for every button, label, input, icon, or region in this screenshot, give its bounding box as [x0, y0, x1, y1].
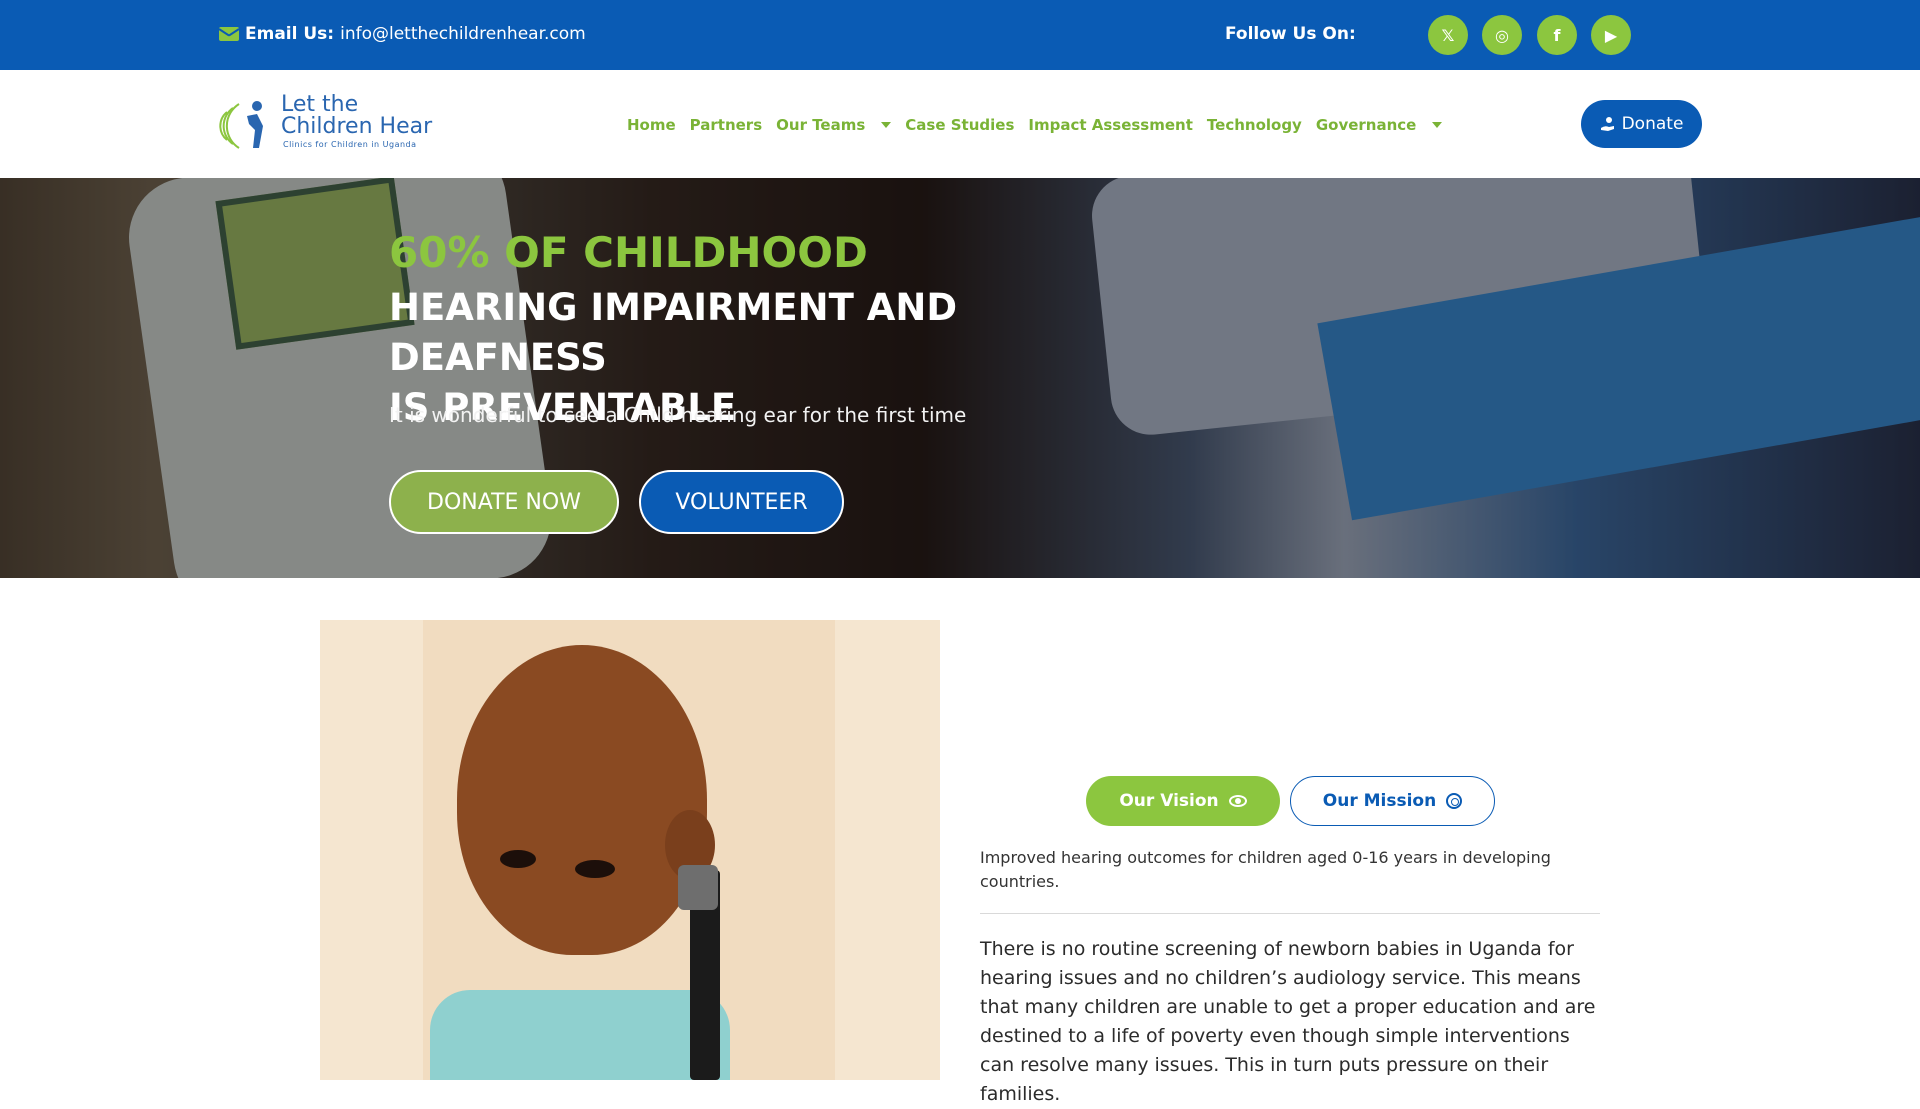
email-address[interactable]: info@letthechildrenhear.com	[340, 24, 586, 44]
donate-button[interactable]: Donate	[1581, 100, 1702, 148]
photo-child-head	[457, 645, 707, 955]
hero-subtitle: It is wonderful to see a Child hearing e…	[389, 403, 967, 427]
nav-label: Our Teams	[776, 116, 866, 134]
site-logo[interactable]: Let the Children Hear Clinics for Childr…	[219, 92, 441, 154]
vision-statement: Improved hearing outcomes for children a…	[980, 848, 1551, 891]
eye-icon	[1228, 795, 1247, 807]
photo-child-eye	[500, 850, 536, 868]
hand-heart-icon	[1600, 117, 1614, 131]
hero-pre-title: 60% OF CHILDHOOD	[389, 228, 868, 277]
nav-label: Impact Assessment	[1028, 116, 1193, 134]
photo-otoscope-head	[678, 865, 718, 910]
email-contact[interactable]: Email Us: info@letthechildrenhear.com	[219, 24, 586, 44]
nav-label: Home	[627, 116, 676, 134]
nav-impact-assessment[interactable]: Impact Assessment	[1028, 116, 1193, 134]
nav-label: Case Studies	[905, 116, 1015, 134]
tab-our-mission[interactable]: Our Mission	[1290, 776, 1495, 826]
nav-label: Governance	[1315, 116, 1417, 134]
site-header: Let the Children Hear Clinics for Childr…	[0, 70, 1920, 178]
photo-child-eye	[575, 860, 615, 878]
hero-banner: 60% OF CHILDHOOD HEARING IMPAIRMENT AND …	[0, 178, 1920, 578]
logo-line2: Children Hear	[281, 114, 433, 139]
nav-case-studies[interactable]: Case Studies	[905, 116, 1014, 134]
volunteer-button[interactable]: VOLUNTEER	[639, 470, 844, 534]
nav-our-teams[interactable]: Our Teams	[776, 116, 892, 134]
main-nav: Home Partners Our Teams Case Studies Imp…	[627, 116, 1443, 134]
child-photo	[320, 620, 940, 1080]
nav-technology[interactable]: Technology	[1207, 116, 1302, 134]
nav-governance[interactable]: Governance	[1316, 116, 1443, 134]
logo-line1: Let the	[281, 92, 359, 117]
logo-tagline: Clinics for Children in Uganda	[283, 140, 417, 149]
tab-label: Our Mission	[1322, 791, 1437, 811]
tab-our-vision[interactable]: Our Vision	[1086, 776, 1280, 826]
facebook-icon[interactable]: f	[1537, 15, 1577, 55]
photo-shirt	[430, 990, 730, 1080]
target-icon	[1446, 793, 1463, 809]
nav-partners[interactable]: Partners	[690, 116, 762, 134]
about-body-text: There is no routine screening of newborn…	[980, 938, 1596, 1105]
chevron-down-icon	[1432, 122, 1443, 128]
nav-label: Partners	[689, 116, 763, 134]
logo-mark-icon	[219, 101, 263, 149]
follow-label: Follow Us On:	[1225, 24, 1356, 44]
nav-home[interactable]: Home	[627, 116, 676, 134]
nav-label: Technology	[1206, 116, 1302, 134]
email-label: Email Us:	[245, 24, 335, 44]
divider	[980, 913, 1600, 914]
tab-label: Our Vision	[1119, 791, 1219, 811]
top-bar: Email Us: info@letthechildrenhear.com Fo…	[0, 0, 1920, 70]
x-icon[interactable]: 𝕏	[1428, 15, 1468, 55]
hero-title-line1: HEARING IMPAIRMENT AND DEAFNESS	[389, 286, 958, 379]
instagram-icon[interactable]: ◎	[1482, 15, 1522, 55]
donate-label: Donate	[1621, 114, 1684, 134]
chevron-down-icon	[881, 122, 892, 128]
donate-now-button[interactable]: DONATE NOW	[389, 470, 619, 534]
youtube-icon[interactable]: ▶	[1591, 15, 1631, 55]
mail-icon	[219, 27, 239, 41]
